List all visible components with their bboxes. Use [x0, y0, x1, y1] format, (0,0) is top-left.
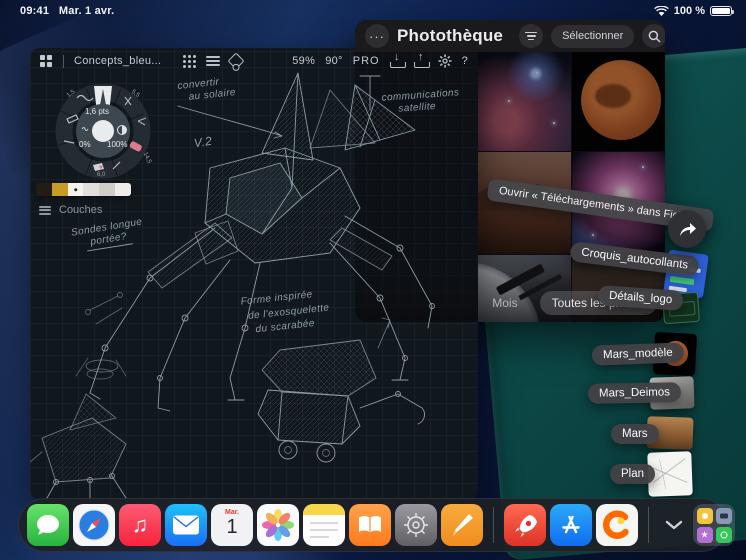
app-library-tile: ★: [696, 526, 713, 543]
annotation-version: V.2: [192, 133, 214, 151]
swatch-gray-2[interactable]: [99, 183, 116, 196]
wifi-icon: [653, 5, 669, 16]
photos-flower-icon: [262, 509, 294, 541]
search-button[interactable]: [642, 24, 665, 48]
swatch-gold[interactable]: [51, 183, 68, 196]
grid-settings-icon[interactable]: [183, 54, 197, 68]
gallery-icon[interactable]: [40, 54, 53, 68]
settings-gear-icon[interactable]: [438, 54, 452, 68]
status-date: Mar. 1 avr.: [58, 5, 115, 17]
dock-app-notes[interactable]: [303, 504, 345, 546]
dock-divider: [493, 507, 494, 543]
calendar-month: Mar.: [224, 509, 239, 516]
ipad-screen: 09:41 Mar. 1 avr. 100 % ··· Photothèque: [0, 0, 746, 560]
more-button[interactable]: ···: [365, 24, 389, 48]
rocket-icon: [515, 515, 537, 537]
layers-icon[interactable]: [206, 54, 221, 68]
status-time: 09:41: [20, 5, 50, 17]
opacity-min: 0%: [79, 140, 91, 149]
color-swatch-bar[interactable]: [36, 183, 131, 196]
dock-app-mail[interactable]: [165, 504, 207, 546]
dock-app-sketch-pen[interactable]: [441, 504, 483, 546]
divider: [63, 54, 64, 68]
layers-list-icon: [39, 204, 51, 217]
concepts-c-icon: [602, 510, 629, 539]
dock-app-library[interactable]: ★: [693, 504, 735, 546]
swatch-gray-3[interactable]: [115, 183, 131, 196]
messages-icon: [37, 515, 59, 535]
chevron-down-icon: [665, 520, 683, 530]
layers-label: Couches: [59, 204, 103, 217]
swatch-white-selected[interactable]: [67, 183, 84, 196]
rotation-value[interactable]: 90°: [325, 55, 343, 67]
swatch-gray-1[interactable]: [83, 183, 100, 196]
zoom-level[interactable]: 59%: [292, 55, 315, 67]
dock-app-books[interactable]: [349, 504, 391, 546]
dock-recent-concepts-app[interactable]: [596, 504, 638, 546]
share-arrow-icon: [680, 223, 696, 236]
app-library-tile: [696, 507, 713, 524]
swatch-dark[interactable]: [36, 183, 52, 196]
battery-percent: 100 %: [673, 5, 705, 17]
dock-app-settings[interactable]: [395, 504, 437, 546]
concepts-window: convertir au solaire communications sate…: [30, 48, 478, 500]
dragged-file-label[interactable]: Mars_Deimos: [587, 382, 682, 404]
selection-tool-icon[interactable]: [227, 52, 245, 70]
app-library-tile: [715, 507, 732, 524]
layers-panel-toggle[interactable]: Couches: [39, 204, 102, 217]
safari-icon: [78, 509, 110, 541]
tool-wheel[interactable]: 1,6 pts 0% 100% 1,5 5,5 14,5 6,0: [55, 83, 152, 179]
more-label: ···: [369, 28, 385, 44]
export-icon[interactable]: ↑: [413, 51, 430, 68]
tab-mois[interactable]: Mois: [480, 291, 529, 315]
help-button[interactable]: ?: [462, 55, 468, 67]
app-library-tile: [715, 526, 732, 543]
dock-collapse-button[interactable]: [659, 504, 689, 546]
notes-header: [303, 504, 345, 515]
document-title[interactable]: Concepts_bleu...: [74, 55, 161, 67]
photos-title: Photothèque: [397, 26, 504, 45]
mail-icon: [173, 515, 199, 535]
dragged-file-label[interactable]: Mars_modèle: [591, 342, 684, 366]
dock-app-photos[interactable]: [257, 504, 299, 546]
share-button[interactable]: [668, 210, 706, 248]
import-icon[interactable]: ↓: [389, 51, 406, 68]
pro-badge[interactable]: PRO: [353, 55, 380, 67]
select-label: Sélectionner: [562, 30, 624, 42]
select-button[interactable]: Sélectionner: [551, 24, 635, 48]
stroke-size-value: 1,6 pts: [85, 107, 110, 116]
dock-app-messages[interactable]: [27, 504, 69, 546]
dragged-file-label[interactable]: Plan: [610, 464, 656, 484]
music-note-icon: ♫: [131, 512, 149, 537]
dock-app-music[interactable]: ♫: [119, 504, 161, 546]
dock: ♫ Mar. 1 ★: [18, 498, 735, 552]
opacity-max: 100%: [107, 140, 128, 149]
dock-divider: [648, 507, 649, 543]
dock-recent-rocket-app[interactable]: [504, 504, 546, 546]
dragged-file-label[interactable]: Mars: [611, 424, 659, 444]
calendar-day: 1: [226, 516, 238, 538]
preset-size: 6,0: [97, 172, 106, 178]
dock-app-calendar[interactable]: Mar. 1: [211, 504, 253, 546]
books-icon: [359, 516, 381, 533]
battery-icon: [710, 6, 734, 16]
pen-icon: [453, 514, 473, 536]
search-icon: [648, 30, 661, 43]
concepts-toolbar: Concepts_bleu... 59% 90° PRO ↓ ↑ ?: [30, 48, 478, 74]
settings-gears-icon: [404, 513, 428, 537]
filter-icon: [525, 30, 538, 43]
dock-recent-app-store[interactable]: [550, 504, 592, 546]
dock-app-safari[interactable]: [73, 504, 115, 546]
app-store-icon: [562, 515, 580, 534]
filter-button[interactable]: [519, 24, 544, 48]
